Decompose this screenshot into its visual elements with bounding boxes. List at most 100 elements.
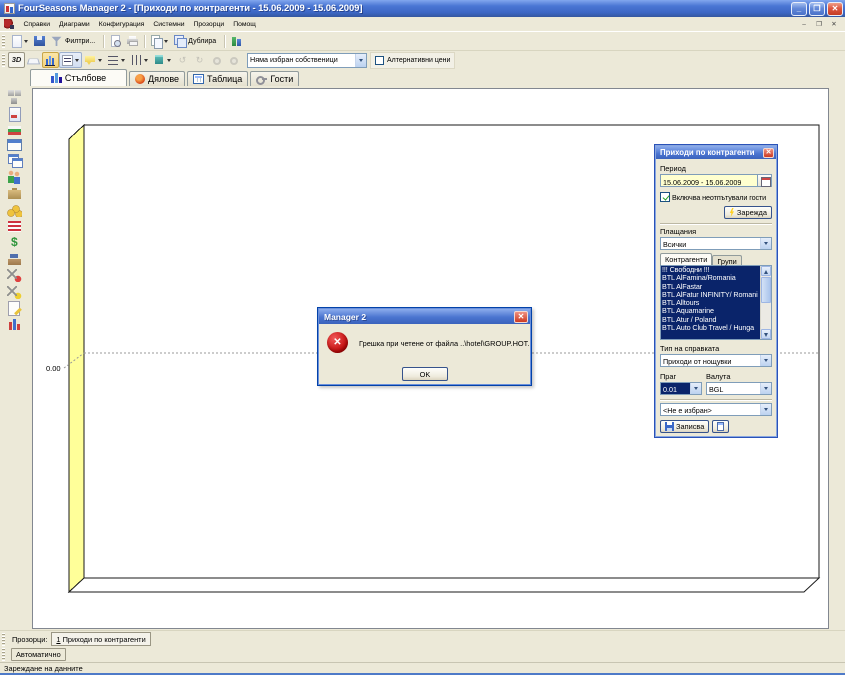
scroll-up-icon[interactable] [761, 266, 771, 276]
card-icon[interactable] [7, 107, 22, 121]
cal-icon[interactable] [7, 139, 22, 151]
table-button[interactable] [712, 420, 729, 433]
close-button[interactable]: ✕ [827, 2, 843, 16]
menu-item[interactable]: Справки [19, 19, 55, 30]
panel-title-bar[interactable]: Приходи по контрагенти ✕ [656, 146, 776, 159]
combo-dropdown-icon[interactable] [760, 404, 771, 415]
labels-button[interactable] [82, 52, 105, 68]
tab-table[interactable]: Таблица [187, 71, 248, 86]
menu-item[interactable]: Прозорци [189, 19, 229, 30]
alt-prices-checkbox[interactable] [375, 56, 384, 65]
menu-item[interactable]: Диаграми [55, 19, 95, 30]
wincopy-icon[interactable] [7, 154, 22, 168]
print-button[interactable] [124, 33, 141, 49]
zoom-out-button[interactable] [208, 52, 225, 68]
new-button[interactable] [8, 33, 31, 49]
template-combo[interactable]: <Не е избран> [660, 403, 772, 416]
list-item[interactable]: BTL Aquamarine [661, 307, 760, 315]
phone-icon[interactable] [7, 252, 22, 266]
left-icon-toolbar [0, 89, 29, 332]
menu-item[interactable]: Системни [149, 19, 189, 30]
tab-pie[interactable]: Дялове [129, 71, 185, 86]
period-input[interactable]: 15.06.2009 - 15.06.2009 [660, 174, 758, 187]
scroll-thumb[interactable] [761, 277, 771, 303]
panel-close-button[interactable]: ✕ [763, 148, 774, 158]
ok-button[interactable]: OK [402, 367, 448, 381]
3d-toggle-button[interactable]: 3D [8, 52, 25, 68]
tooltip-icon [85, 54, 96, 66]
zoom-in-icon [230, 57, 238, 65]
building-icon[interactable] [7, 90, 22, 104]
menu-item[interactable]: Помощ [229, 19, 261, 30]
minimize-button[interactable]: _ [791, 2, 807, 16]
list-item[interactable]: BTL Auto Club Travel / Hunga [661, 324, 760, 332]
list-item[interactable]: BTL AlFamina/Romania [661, 274, 760, 282]
threshold-combo[interactable]: 0.01 [660, 382, 702, 395]
mdi-restore-icon[interactable]: ❐ [814, 20, 824, 29]
menu-item[interactable]: Конфигурация [94, 19, 149, 30]
cashgrid-icon[interactable] [7, 219, 22, 233]
include-guests-checkbox[interactable] [660, 192, 670, 202]
combo-dropdown-icon[interactable] [760, 355, 771, 366]
coins-icon[interactable] [7, 203, 22, 217]
auto-button[interactable]: Автоматично [11, 648, 66, 661]
bars-style-button[interactable] [42, 52, 59, 68]
people-icon[interactable] [7, 170, 22, 184]
flag-icon[interactable] [7, 123, 22, 137]
rotate-left-button[interactable]: ↺ [174, 52, 191, 68]
mdi-minimize-icon[interactable]: – [799, 20, 809, 29]
zoom-in-button[interactable] [225, 52, 242, 68]
owner-combo[interactable]: Няма избран собственици [247, 53, 367, 68]
toolbar-gripper[interactable] [2, 35, 5, 48]
list-item[interactable]: BTL Alltours [661, 299, 760, 307]
shape-button[interactable] [25, 52, 42, 68]
cutred-icon[interactable] [7, 268, 22, 282]
tab-bars[interactable]: Стълбове [30, 69, 127, 86]
dialog-title-bar[interactable]: Manager 2 ✕ [319, 309, 530, 324]
currency-combo[interactable]: BGL [706, 382, 772, 395]
toolbar-gripper[interactable] [2, 54, 5, 67]
hgrid-button[interactable] [105, 52, 128, 68]
duplicate-button[interactable]: Дублира [171, 33, 221, 49]
save-report-button[interactable]: Записва [660, 420, 709, 433]
list-scrollbar[interactable] [760, 266, 771, 339]
restore-button[interactable]: ❐ [809, 2, 825, 16]
window-tab-button[interactable]: 1 Приходи по контрагенти [51, 632, 150, 646]
calendar-button[interactable] [758, 174, 772, 187]
brief-icon[interactable] [7, 186, 22, 200]
vgrid-button[interactable] [128, 52, 151, 68]
load-button[interactable]: Зарежда [724, 206, 772, 219]
toolbar-gripper[interactable] [2, 648, 5, 661]
legend-button[interactable] [59, 52, 82, 68]
cutyellow-icon[interactable] [7, 285, 22, 299]
copy-button[interactable] [148, 33, 171, 49]
combo-dropdown-icon[interactable] [760, 238, 771, 249]
mdi-close-icon[interactable]: ✕ [829, 20, 839, 29]
note-icon[interactable] [7, 301, 22, 315]
list-item[interactable]: BTL Atur / Poland [661, 316, 760, 324]
combo-dropdown-icon[interactable] [760, 383, 771, 394]
scroll-down-icon[interactable] [761, 329, 771, 339]
tab-guests[interactable]: Гости [250, 71, 299, 86]
chart-icon[interactable] [7, 317, 22, 331]
report-button[interactable] [228, 33, 245, 49]
grid-icon [717, 422, 724, 431]
report-type-combo[interactable]: Приходи от нощувки [660, 354, 772, 367]
combo-dropdown-icon[interactable] [355, 54, 366, 67]
list-item[interactable]: BTL AlFastar [661, 283, 760, 291]
filters-button[interactable]: Филтри... [48, 33, 100, 49]
tab-groups[interactable]: Групи [712, 255, 741, 265]
dialog-close-button[interactable]: ✕ [514, 311, 528, 323]
list-item[interactable]: BTL AlFatur INFINITY/ Romani [661, 291, 760, 299]
print-preview-button[interactable] [107, 33, 124, 49]
list-item[interactable]: !!! Свободни !!! [661, 266, 760, 274]
dollar-icon[interactable] [7, 235, 22, 249]
combo-dropdown-icon[interactable] [690, 383, 701, 394]
rotate-right-button[interactable]: ↻ [191, 52, 208, 68]
toolbar-gripper[interactable] [2, 633, 5, 646]
payments-combo[interactable]: Всички [660, 237, 772, 250]
dropdown-arrow-icon [144, 59, 148, 62]
tab-contractors[interactable]: Контрагенти [660, 253, 712, 265]
save-button[interactable] [31, 33, 48, 49]
cube-button[interactable] [151, 52, 174, 68]
